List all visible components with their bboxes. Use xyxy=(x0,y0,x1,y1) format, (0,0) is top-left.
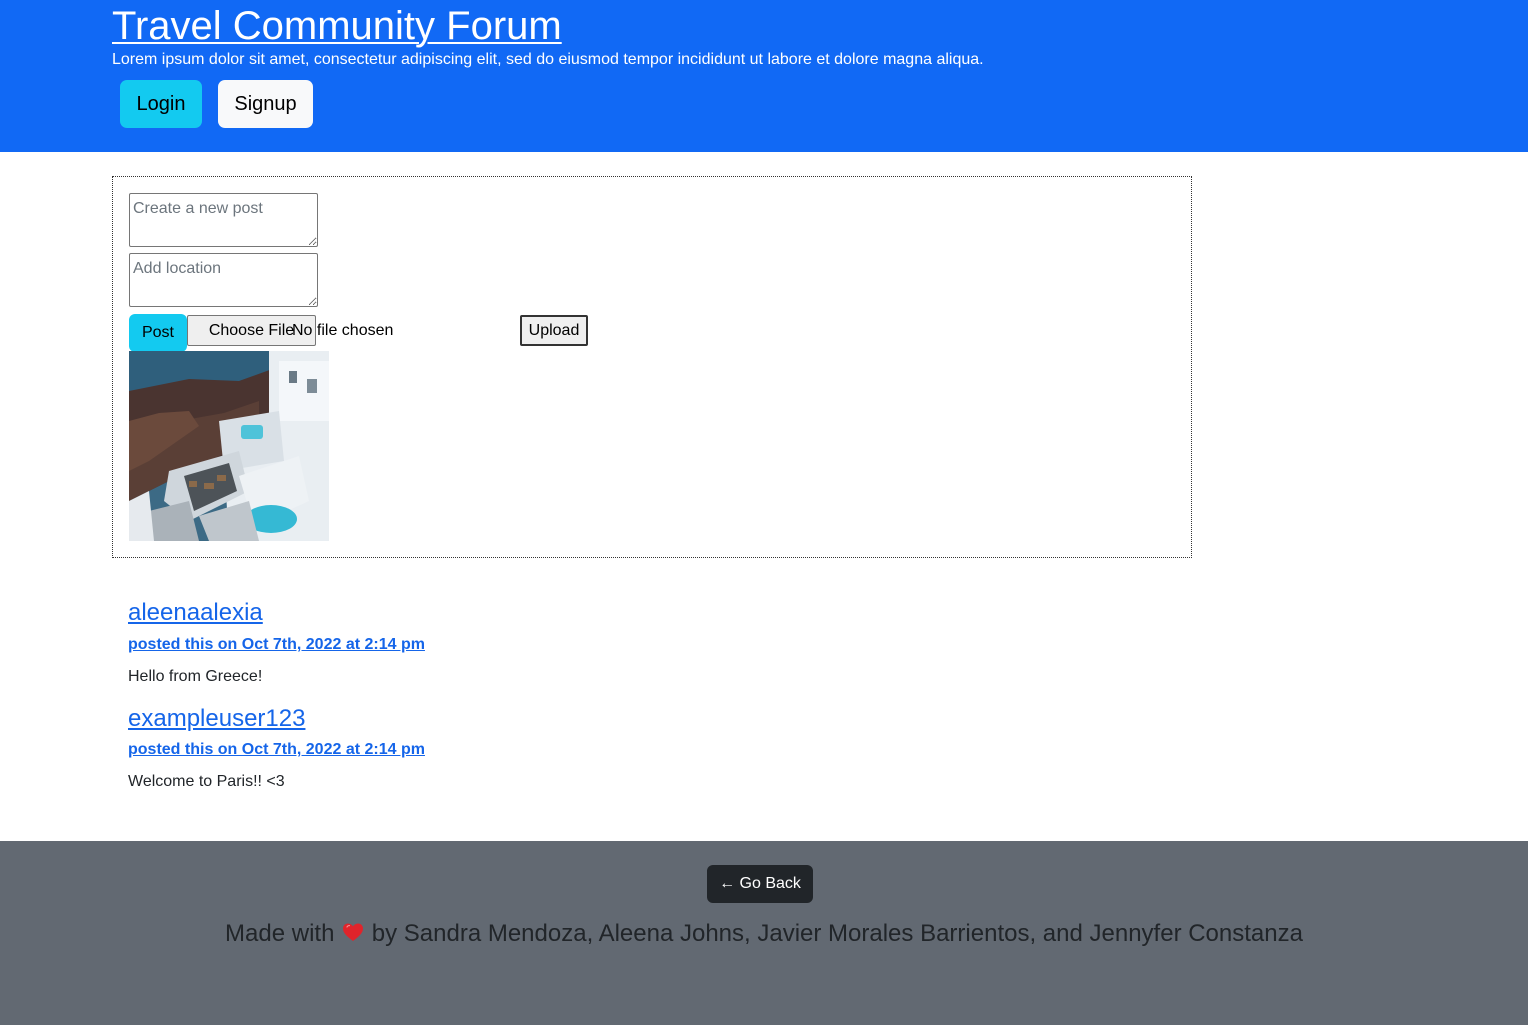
site-header: Travel Community Forum Lorem ipsum dolor… xyxy=(0,0,1528,152)
new-post-form: Post Choose File No file chosen Upload xyxy=(112,176,1192,558)
footer-credits: Made with by Sandra Mendoza, Aleena John… xyxy=(0,919,1528,949)
location-input[interactable] xyxy=(129,253,318,307)
post-button[interactable]: Post xyxy=(129,314,187,352)
login-button[interactable]: Login xyxy=(120,80,202,128)
go-back-button[interactable]: ← Go Back xyxy=(707,865,813,903)
site-tagline: Lorem ipsum dolor sit amet, consectetur … xyxy=(112,51,984,68)
made-with-text: Made with xyxy=(225,920,335,947)
site-title-link[interactable]: Travel Community Forum xyxy=(112,2,562,50)
post-username-link[interactable]: exampleuser123 xyxy=(128,704,305,734)
post-content-input[interactable] xyxy=(129,193,318,247)
post-timestamp-link[interactable]: posted this on Oct 7th, 2022 at 2:14 pm xyxy=(128,740,425,760)
heart-icon xyxy=(341,920,365,944)
credits-names: by Sandra Mendoza, Aleena Johns, Javier … xyxy=(371,920,1303,947)
post-text: Hello from Greece! xyxy=(128,668,263,685)
site-footer: ← Go Back Made with by Sandra Mendoza, A… xyxy=(0,841,1528,1025)
file-status-text: No file chosen xyxy=(292,322,394,339)
post-username-link[interactable]: aleenaalexia xyxy=(128,598,263,628)
post-text: Welcome to Paris!! <3 xyxy=(128,773,285,790)
upload-button[interactable]: Upload xyxy=(520,315,588,346)
uploaded-image-preview xyxy=(129,351,329,541)
post-timestamp-link[interactable]: posted this on Oct 7th, 2022 at 2:14 pm xyxy=(128,635,425,655)
signup-button[interactable]: Signup xyxy=(218,80,313,128)
